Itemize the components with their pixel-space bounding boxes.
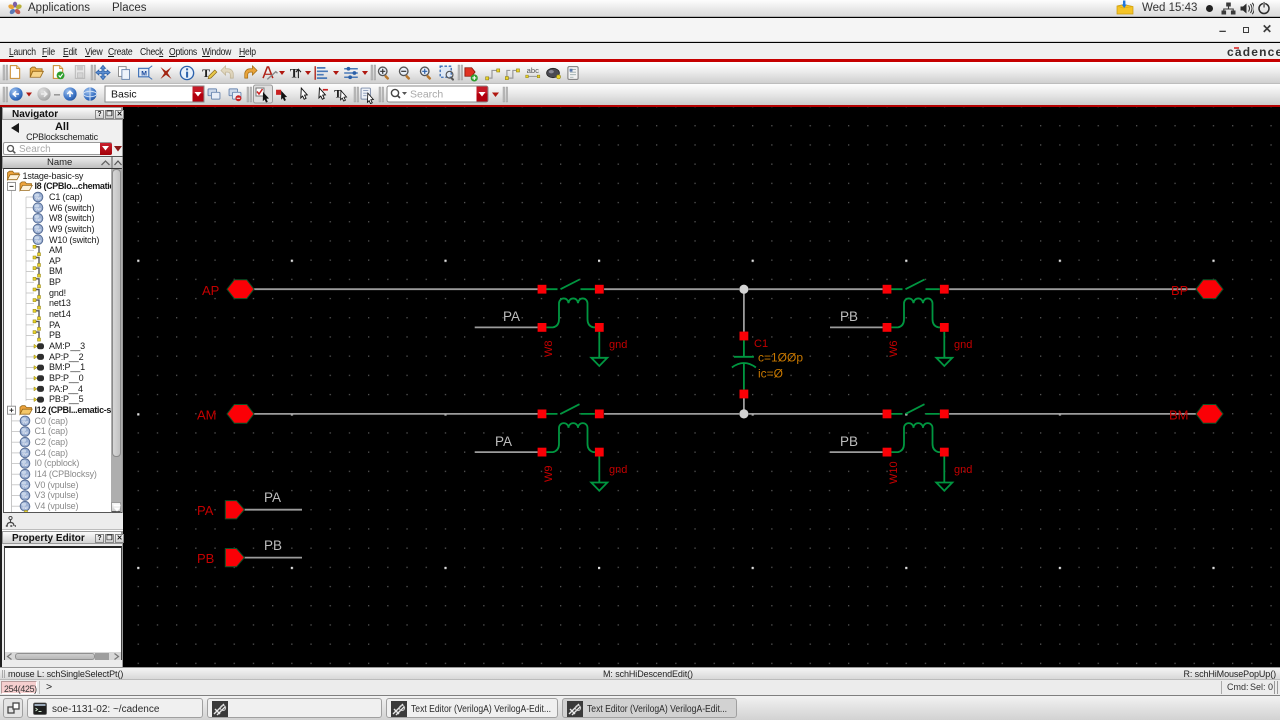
svg-text:PB: PB [197,551,214,566]
svg-text:BM: BM [1169,408,1189,423]
svg-text:AM: AM [197,408,217,423]
svg-text:C1: C1 [754,338,768,350]
svg-text:sw: sw [35,217,41,222]
svg-text:PB: PB [264,538,282,553]
svg-text:abc: abc [527,66,539,75]
svg-text:sw: sw [22,441,28,446]
svg-text:W10: W10 [888,461,900,484]
svg-text:BP: BP [1171,283,1188,298]
svg-text:sw: sw [22,420,28,425]
svg-text:sw: sw [35,238,41,243]
svg-text:AP: AP [202,283,219,298]
svg-text:sw: sw [22,505,28,510]
svg-text:PA: PA [495,434,512,449]
svg-text:sw: sw [22,483,28,488]
svg-text:sw: sw [22,473,28,478]
svg-text:T: T [290,66,299,80]
svg-text:sw: sw [22,494,28,499]
svg-text:gnd: gnd [609,339,627,351]
svg-text:PB: PB [840,309,858,324]
svg-text:sw: sw [35,196,41,201]
svg-text:Search: Search [410,89,443,101]
svg-text:PA: PA [503,309,520,324]
svg-text:sw: sw [22,452,28,457]
svg-text:PB: PB [840,434,858,449]
svg-text:ic=Ø: ic=Ø [758,367,783,381]
svg-text:gnd: gnd [954,464,972,476]
svg-text:W9: W9 [543,466,555,483]
svg-text:Basic: Basic [111,89,137,101]
svg-text:sw: sw [35,206,41,211]
svg-text:gnd: gnd [609,464,627,476]
svg-text:sw: sw [22,430,28,435]
svg-text:c=1ØØp: c=1ØØp [758,351,803,365]
svg-text:gnd: gnd [954,339,972,351]
svg-text:PA: PA [197,503,214,518]
svg-text:W8: W8 [543,341,555,358]
svg-text:W6: W6 [888,341,900,358]
svg-text:PA: PA [264,490,281,505]
svg-text:sw: sw [35,228,41,233]
svg-text:M: M [141,71,147,78]
svg-text:sw: sw [22,462,28,467]
